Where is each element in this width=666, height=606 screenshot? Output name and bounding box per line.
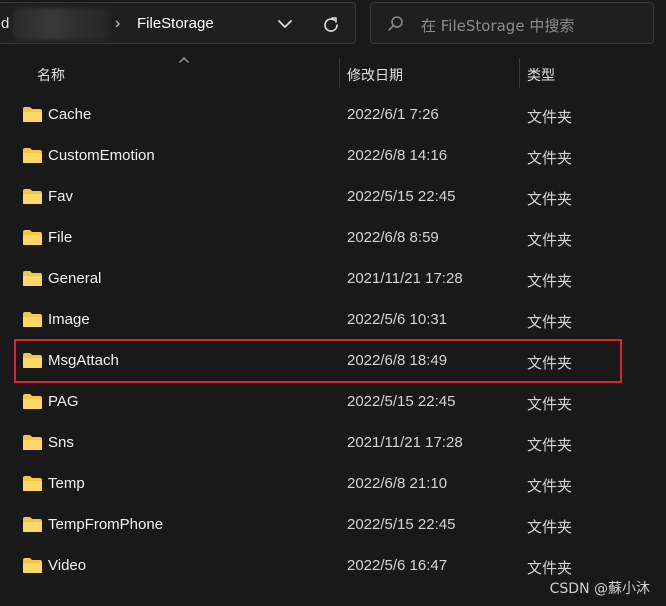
file-name: Image <box>48 311 90 328</box>
file-type: 文件夹 <box>527 190 573 208</box>
list-item[interactable]: File 2022/6/8 8:59 文件夹 <box>0 218 666 259</box>
sort-ascending-icon <box>179 57 189 63</box>
file-date: 2022/5/15 22:45 <box>347 188 456 205</box>
column-header-row: 名称 修改日期 类型 <box>0 56 666 90</box>
file-date: 2021/11/21 17:28 <box>347 270 463 287</box>
folder-icon <box>23 394 42 409</box>
list-item[interactable]: Sns 2021/11/21 17:28 文件夹 <box>0 423 666 464</box>
file-date: 2022/5/15 22:45 <box>347 516 456 533</box>
file-type: 文件夹 <box>527 313 573 331</box>
list-item[interactable]: TempFromPhone 2022/5/15 22:45 文件夹 <box>0 505 666 546</box>
refresh-icon[interactable] <box>321 15 341 35</box>
list-item[interactable]: CustomEmotion 2022/6/8 14:16 文件夹 <box>0 136 666 177</box>
column-divider[interactable] <box>339 58 340 88</box>
file-date: 2022/5/6 16:47 <box>347 557 448 574</box>
folder-icon <box>23 312 42 327</box>
folder-icon <box>23 476 42 491</box>
file-type: 文件夹 <box>527 436 573 454</box>
file-name: Temp <box>48 475 85 492</box>
list-item[interactable]: General 2021/11/21 17:28 文件夹 <box>0 259 666 300</box>
folder-icon <box>23 230 42 245</box>
file-name: PAG <box>48 393 79 410</box>
breadcrumb-current-folder[interactable]: FileStorage <box>137 15 214 32</box>
file-date: 2022/6/8 14:16 <box>347 147 448 164</box>
file-type: 文件夹 <box>527 231 573 249</box>
file-type: 文件夹 <box>527 272 573 290</box>
file-type: 文件夹 <box>527 395 573 413</box>
file-name: General <box>48 270 102 287</box>
folder-icon <box>23 148 42 163</box>
column-divider[interactable] <box>519 58 520 88</box>
file-name: Sns <box>48 434 74 451</box>
address-bar[interactable]: d › FileStorage <box>0 2 356 44</box>
file-date: 2021/11/21 17:28 <box>347 434 463 451</box>
list-item[interactable]: Cache 2022/6/1 7:26 文件夹 <box>0 95 666 136</box>
file-date: 2022/6/8 21:10 <box>347 475 448 492</box>
file-date: 2022/6/1 7:26 <box>347 106 439 123</box>
address-path-prefix[interactable]: d <box>1 15 9 32</box>
blurred-path-segment <box>13 8 109 40</box>
chevron-down-icon[interactable] <box>275 14 295 34</box>
breadcrumb-separator[interactable]: › <box>115 15 129 32</box>
list-item[interactable]: Temp 2022/6/8 21:10 文件夹 <box>0 464 666 505</box>
watermark: CSDN @蘇小沐 <box>549 581 650 597</box>
file-type: 文件夹 <box>527 477 573 495</box>
file-explorer-window: d › FileStorage 在 FileStorage 中搜索 名称 修改日… <box>0 0 666 606</box>
folder-icon <box>23 107 42 122</box>
file-date: 2022/6/8 8:59 <box>347 229 439 246</box>
search-placeholder: 在 FileStorage 中搜索 <box>421 17 575 35</box>
folder-icon <box>23 189 42 204</box>
file-name: TempFromPhone <box>48 516 164 533</box>
file-name: Video <box>48 557 87 574</box>
folder-icon <box>23 517 42 532</box>
file-type: 文件夹 <box>527 559 573 577</box>
file-name: Cache <box>48 106 92 123</box>
file-type: 文件夹 <box>527 518 573 536</box>
folder-icon <box>23 271 42 286</box>
file-name: CustomEmotion <box>48 147 155 164</box>
list-item[interactable]: Image 2022/5/6 10:31 文件夹 <box>0 300 666 341</box>
file-name: Fav <box>48 188 74 205</box>
search-input[interactable]: 在 FileStorage 中搜索 <box>370 2 654 44</box>
file-date: 2022/5/15 22:45 <box>347 393 456 410</box>
file-type: 文件夹 <box>527 108 573 126</box>
file-date: 2022/5/6 10:31 <box>347 311 448 328</box>
file-type: 文件夹 <box>527 149 573 167</box>
list-item[interactable]: Fav 2022/5/15 22:45 文件夹 <box>0 177 666 218</box>
column-header-date-modified[interactable]: 修改日期 <box>347 65 403 85</box>
column-header-type[interactable]: 类型 <box>527 65 555 85</box>
file-name: File <box>48 229 73 246</box>
column-header-name[interactable]: 名称 <box>37 65 65 85</box>
search-icon <box>388 16 403 31</box>
folder-icon <box>23 558 42 573</box>
list-item[interactable]: PAG 2022/5/15 22:45 文件夹 <box>0 382 666 423</box>
highlight-annotation-box <box>14 339 622 383</box>
folder-icon <box>23 435 42 450</box>
